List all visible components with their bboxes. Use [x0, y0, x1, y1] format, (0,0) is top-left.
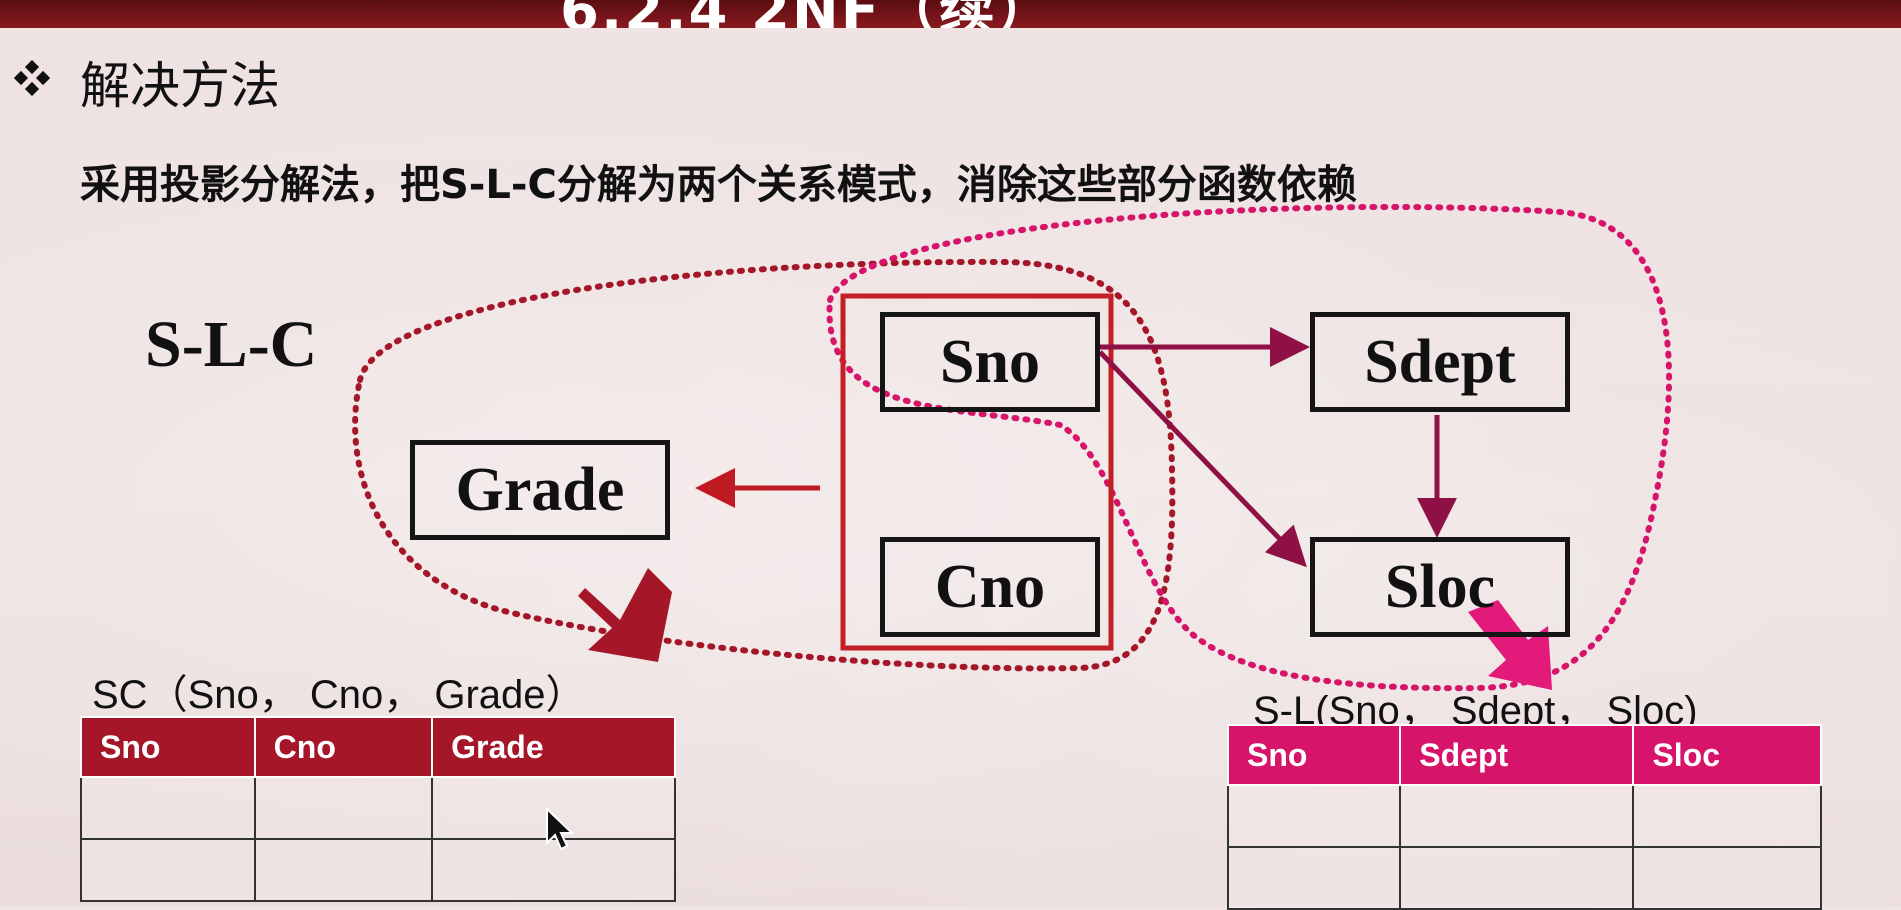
attr-box-grade: Grade	[410, 440, 670, 540]
sc-col-header: Sno	[80, 716, 256, 778]
sl-col-header: Sdept	[1399, 724, 1635, 786]
table-cell	[253, 776, 434, 840]
sl-col-header: Sloc	[1632, 724, 1822, 786]
table-cell	[253, 838, 434, 902]
sc-table: Sno Cno Grade	[80, 716, 676, 902]
sc-schema-label: SC（Sno， Cno， Grade）	[92, 673, 586, 717]
sl-table: Sno Sdept Sloc	[1226, 724, 1822, 910]
table-cell	[1226, 846, 1402, 910]
table-cell	[1399, 784, 1635, 848]
sc-col-header: Grade	[431, 716, 676, 778]
attr-box-sloc: Sloc	[1310, 537, 1570, 637]
mouse-pointer-icon	[546, 807, 575, 851]
table-row	[1226, 846, 1822, 910]
table-cell	[1399, 846, 1635, 910]
table-row	[80, 838, 676, 902]
attr-box-cno: Cno	[880, 537, 1100, 637]
attr-box-sno: Sno	[880, 312, 1100, 412]
sc-col-header: Cno	[253, 716, 434, 778]
table-cell	[1226, 784, 1402, 848]
sl-col-header: Sno	[1226, 724, 1402, 786]
table-cell	[1632, 846, 1822, 910]
table-cell	[80, 838, 256, 902]
table-row	[1226, 784, 1822, 848]
table-row	[80, 776, 676, 840]
table-cell	[1632, 784, 1822, 848]
sl-header-row: Sno Sdept Sloc	[1226, 724, 1822, 786]
table-cell	[80, 776, 256, 840]
sc-decomposition-arrow	[578, 568, 672, 662]
attr-box-sdept: Sdept	[1310, 312, 1570, 412]
sc-header-row: Sno Cno Grade	[80, 716, 676, 778]
